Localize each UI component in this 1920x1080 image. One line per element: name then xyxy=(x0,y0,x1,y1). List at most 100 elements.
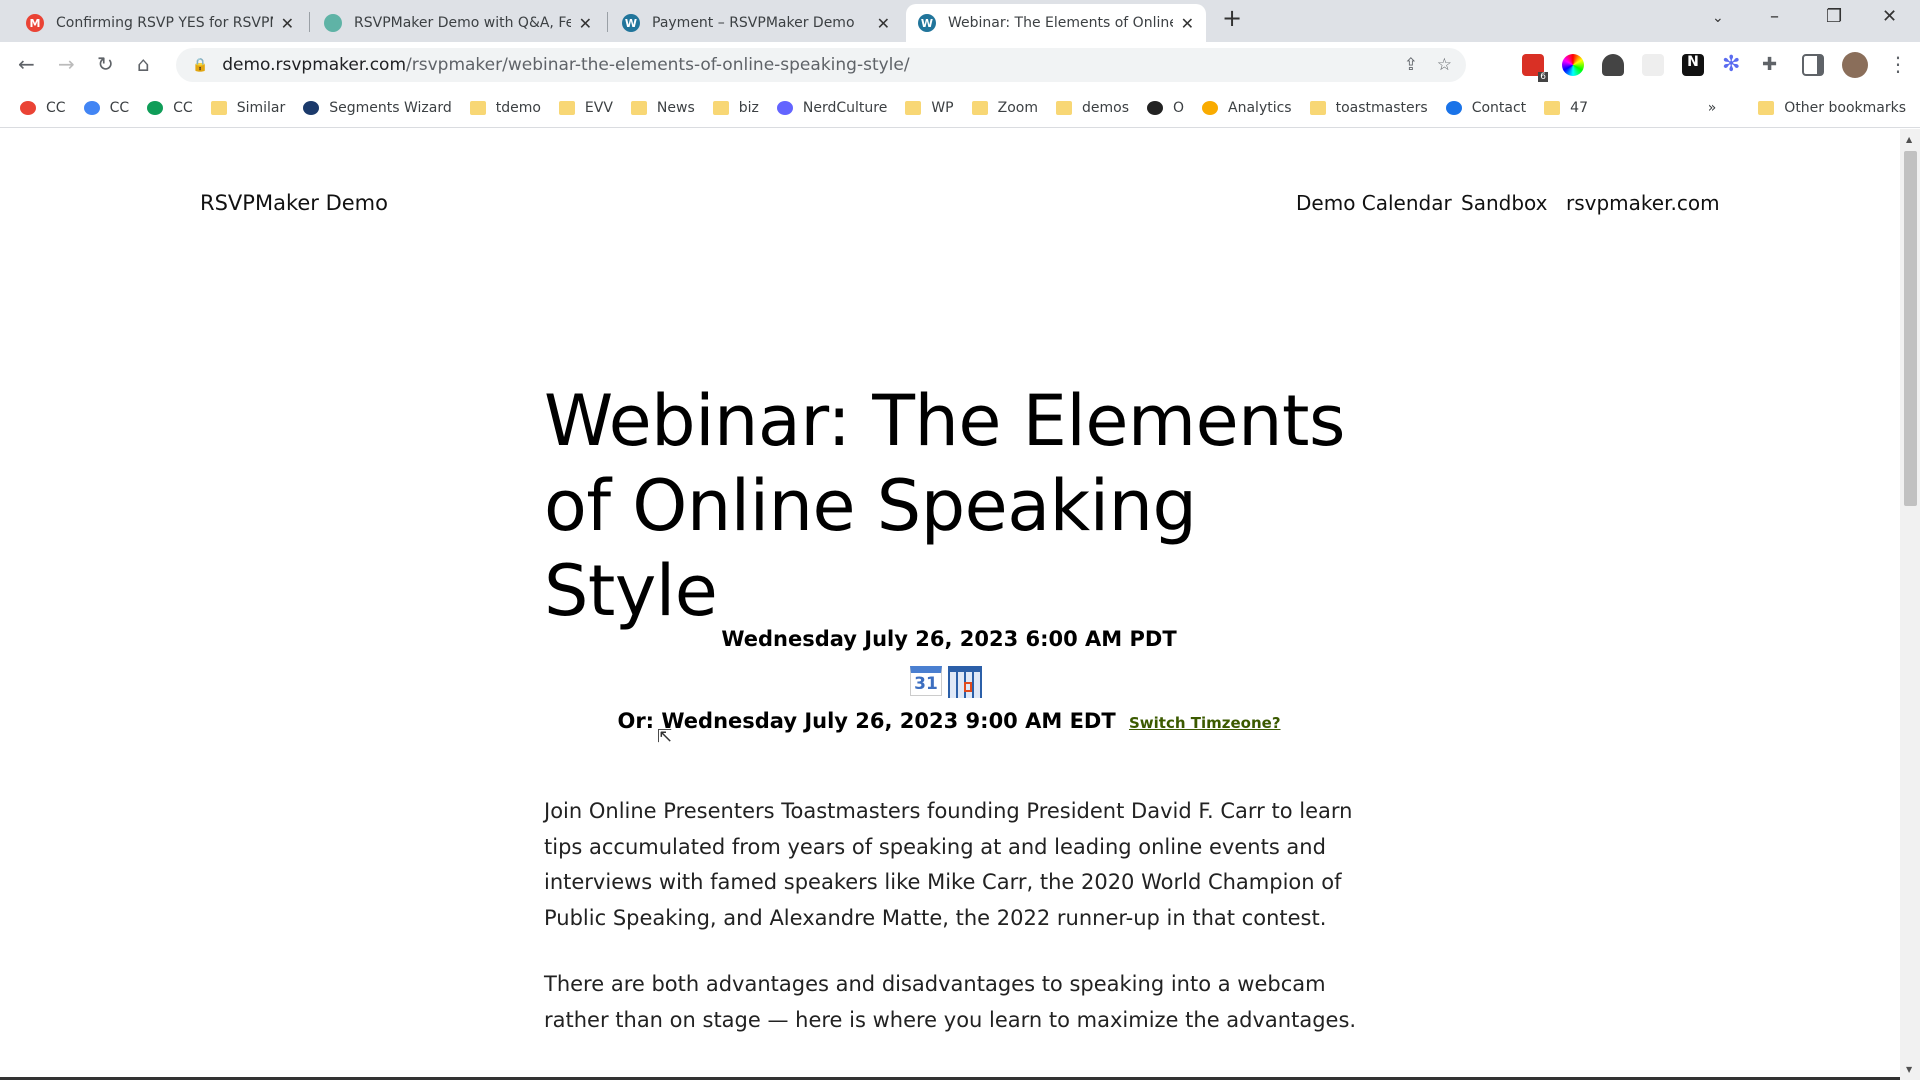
switch-timezone-link[interactable]: Switch Timzeone? xyxy=(1129,714,1281,732)
reload-icon[interactable]: ↻ xyxy=(97,52,114,76)
site-title[interactable]: RSVPMaker Demo xyxy=(200,191,388,215)
analytics-icon xyxy=(1202,100,1219,115)
close-icon[interactable]: ✕ xyxy=(877,14,890,33)
bookmark-item[interactable]: biz xyxy=(712,100,759,116)
scroll-down-icon[interactable]: ▼ xyxy=(1906,1065,1912,1074)
tab-payment[interactable]: W Payment – RSVPMaker Demo ✕ xyxy=(610,4,902,42)
close-icon[interactable]: ✕ xyxy=(579,14,592,33)
bookmark-label: tdemo xyxy=(495,99,541,116)
bookmark-item[interactable]: CC xyxy=(20,100,66,116)
forward-icon[interactable]: → xyxy=(58,52,75,76)
lock-icon: 🔒 xyxy=(192,57,209,73)
tab-title: Confirming RSVP YES for RSVPMaker xyxy=(56,15,273,31)
bookmark-item[interactable]: NerdCulture xyxy=(776,100,887,116)
bookmark-item[interactable]: O xyxy=(1147,100,1184,116)
minimize-icon[interactable]: – xyxy=(1770,6,1779,27)
folder-icon xyxy=(1309,100,1326,115)
mastodon-icon xyxy=(776,100,793,115)
bookmark-item[interactable]: Analytics xyxy=(1202,100,1292,116)
bookmark-label: demos xyxy=(1082,99,1129,116)
gmail-icon: M xyxy=(26,14,44,32)
extension-badge: 6 xyxy=(1538,72,1548,82)
wordpress-icon: W xyxy=(918,14,936,32)
alt-event-date: Or: Wednesday July 26, 2023 9:00 AM EDT xyxy=(617,709,1116,733)
bookmark-label: 47 xyxy=(1570,99,1588,116)
menu-icon[interactable]: ⋮ xyxy=(1888,52,1908,76)
address-bar[interactable]: 🔒 demo.rsvpmaker.com/rsvpmaker/webinar-t… xyxy=(176,48,1466,82)
notion-icon[interactable]: N xyxy=(1682,54,1704,76)
bookmark-item[interactable]: EVV xyxy=(558,99,613,116)
bookmark-star-icon[interactable]: ☆ xyxy=(1437,55,1452,75)
bookmark-item[interactable]: WP xyxy=(905,100,954,116)
other-bookmarks[interactable]: Other bookmarks xyxy=(1758,100,1906,116)
window-close-icon[interactable]: ✕ xyxy=(1882,6,1897,27)
bookmark-item[interactable]: Segments Wizard xyxy=(303,100,452,116)
bookmark-item[interactable]: News xyxy=(630,100,695,116)
folder-icon xyxy=(469,100,486,115)
bookmark-item[interactable]: tdemo xyxy=(469,99,541,116)
bookmarks-bar: CC CC CC Similar Segments Wizard tdemo EVV News… xyxy=(0,88,1920,128)
bookmark-item[interactable]: toastmasters xyxy=(1309,99,1428,116)
nav-sandbox[interactable]: Sandbox xyxy=(1461,191,1547,215)
scroll-up-icon[interactable]: ▲ xyxy=(1906,135,1912,144)
tab-separator xyxy=(309,12,310,32)
extension-icon[interactable] xyxy=(1642,54,1664,76)
url-path: /rsvpmaker/webinar-the-elements-of-onlin… xyxy=(406,55,910,75)
tab-separator xyxy=(607,12,608,32)
tab-search-icon[interactable]: ⌄ xyxy=(1712,10,1724,26)
folder-icon xyxy=(630,100,647,115)
close-icon[interactable]: ✕ xyxy=(1181,14,1194,33)
bookmark-label: toastmasters xyxy=(1335,99,1428,116)
scrollbar[interactable]: ▲ ▼ xyxy=(1900,129,1920,1080)
folder-icon xyxy=(210,100,227,115)
nav-demo-calendar[interactable]: Demo Calendar xyxy=(1296,191,1452,215)
person-icon xyxy=(1445,100,1462,115)
url-host: demo.rsvpmaker.com xyxy=(222,55,407,75)
bookmark-item[interactable]: Contact xyxy=(1445,99,1527,116)
color-picker-icon[interactable] xyxy=(1562,54,1584,76)
folder-icon xyxy=(712,100,729,115)
tab-rsvpmaker-demo[interactable]: RSVPMaker Demo with Q&A, Feat ✕ xyxy=(312,4,604,42)
bookmark-label: O xyxy=(1173,99,1185,116)
scrollbar-thumb[interactable] xyxy=(1904,151,1917,506)
back-icon[interactable]: ← xyxy=(18,52,35,76)
tab-title: RSVPMaker Demo with Q&A, Feat xyxy=(354,15,571,31)
folder-icon xyxy=(1758,100,1775,115)
bookmark-item[interactable]: demos xyxy=(1056,100,1129,116)
new-tab-button[interactable]: + xyxy=(1222,4,1242,32)
more-bookmarks-button[interactable]: » xyxy=(1708,100,1717,116)
extension-icon[interactable]: 6 xyxy=(1522,54,1548,82)
outlook-calendar-icon[interactable] xyxy=(948,666,982,698)
avatar[interactable] xyxy=(1842,52,1868,78)
event-date: Wednesday July 26, 2023 6:00 AM PDT xyxy=(721,627,1177,651)
share-icon[interactable]: ⇪ xyxy=(1404,55,1418,75)
body-paragraph: Join Online Presenters Toastmasters foun… xyxy=(544,799,1353,930)
side-panel-icon[interactable] xyxy=(1802,54,1824,76)
extensions-puzzle-icon[interactable]: ✚ xyxy=(1762,54,1784,76)
bookmark-item[interactable]: CC xyxy=(83,100,129,116)
bookmark-label: EVV xyxy=(584,99,613,116)
close-icon[interactable]: ✕ xyxy=(281,14,294,33)
google-calendar-icon[interactable]: 31 xyxy=(910,666,942,696)
tab-gmail[interactable]: M Confirming RSVP YES for RSVPMaker ✕ xyxy=(14,4,306,42)
tab-webinar[interactable]: W Webinar: The Elements of Online ✕ xyxy=(906,4,1206,42)
home-icon[interactable]: ⌂ xyxy=(137,52,150,76)
bookmark-item[interactable]: 47 xyxy=(1544,100,1588,116)
tab-strip: M Confirming RSVP YES for RSVPMaker ✕ RSVP… xyxy=(0,0,1920,42)
browser-toolbar: ← → ↻ ⌂ 🔒 demo.rsvpmaker.com/rsvpmaker/w… xyxy=(0,42,1920,88)
tab-title: Payment – RSVPMaker Demo xyxy=(652,15,855,31)
google-icon xyxy=(83,100,100,115)
bookmark-item[interactable]: Similar xyxy=(210,100,285,116)
nav-rsvpmaker[interactable]: rsvpmaker.com xyxy=(1566,191,1720,215)
bookmark-label: Contact xyxy=(1471,99,1527,116)
snowflake-icon[interactable]: ✻ xyxy=(1722,54,1744,76)
bookmark-item[interactable]: CC xyxy=(147,100,193,116)
restore-icon[interactable]: ❐ xyxy=(1826,6,1842,27)
extension-icon[interactable] xyxy=(1602,54,1624,76)
segments-icon xyxy=(303,100,320,115)
folder-icon xyxy=(971,100,988,115)
drive-icon xyxy=(147,100,164,115)
bookmark-item[interactable]: Zoom xyxy=(971,100,1038,116)
post-title: Webinar: The Elements of Online Speaking… xyxy=(544,380,1345,632)
folder-icon xyxy=(905,100,922,115)
